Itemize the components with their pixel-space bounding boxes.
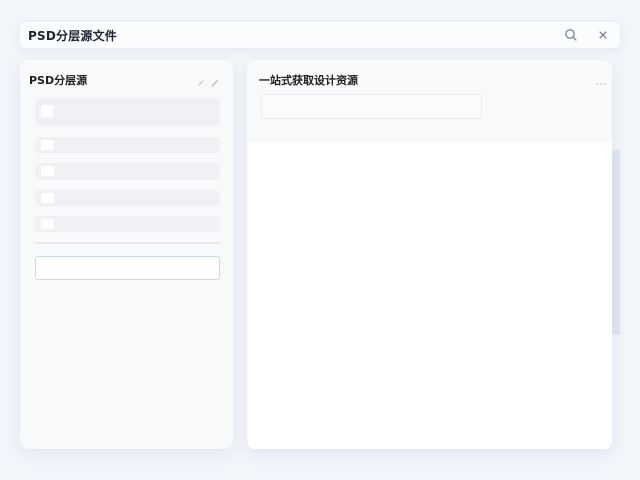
- search-icon[interactable]: [562, 26, 580, 44]
- resource-panel-title: 一站式获取设计资源: [259, 74, 358, 87]
- pencil-icon[interactable]: [210, 73, 220, 87]
- layer-item[interactable]: [35, 98, 220, 126]
- layer-item[interactable]: [35, 163, 220, 180]
- layer-thumbnail: [41, 166, 54, 176]
- scrollbar[interactable]: [612, 150, 620, 335]
- layer-thumbnail: [41, 140, 54, 150]
- layers-panel-tools: [196, 73, 226, 87]
- edit-icon[interactable]: [196, 73, 206, 86]
- window-title: PSD分层源文件: [28, 29, 117, 43]
- close-icon[interactable]: [594, 26, 612, 44]
- more-icon[interactable]: [595, 73, 607, 85]
- layer-item[interactable]: [35, 216, 220, 232]
- layer-thumbnail: [41, 219, 54, 229]
- resource-content-area: [248, 142, 612, 449]
- layer-thumbnail: [41, 105, 53, 117]
- title-bar: PSD分层源文件: [20, 22, 620, 48]
- layer-name-input[interactable]: [35, 256, 220, 280]
- resource-search-input[interactable]: [261, 94, 482, 119]
- resource-panel: 一站式获取设计资源: [247, 60, 612, 449]
- layer-item[interactable]: [35, 137, 220, 153]
- layer-thumbnail: [41, 193, 54, 203]
- divider: [35, 242, 220, 244]
- layers-panel: PSD分层源: [20, 60, 233, 449]
- layer-item[interactable]: [35, 190, 220, 206]
- layers-panel-title: PSD分层源: [29, 74, 88, 87]
